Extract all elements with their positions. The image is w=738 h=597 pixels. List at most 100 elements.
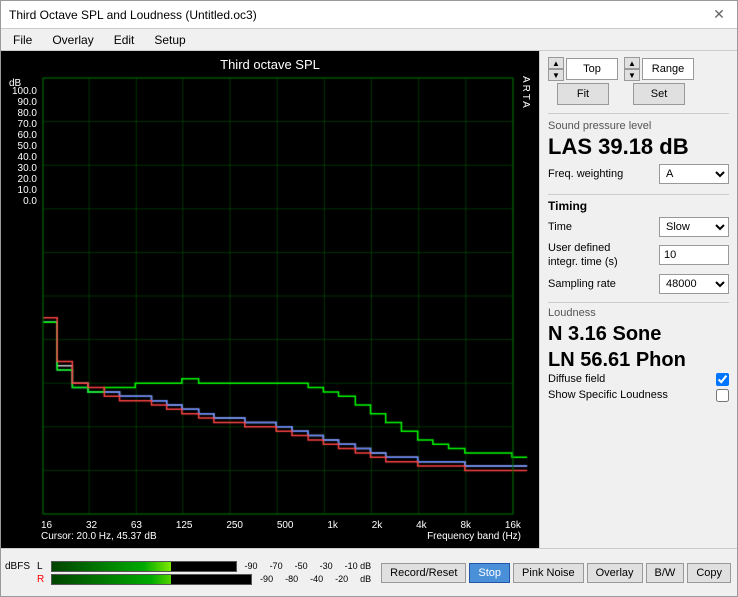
x-tick-125: 125: [176, 520, 193, 531]
x-tick-32: 32: [86, 520, 97, 531]
menu-setup[interactable]: Setup: [150, 32, 189, 48]
top-down-arrow[interactable]: ▼: [548, 69, 564, 81]
menu-file[interactable]: File: [9, 32, 36, 48]
dbfs-section: dBFS L -90 -70 -50 -30 -10 dB dBFS R: [1, 559, 375, 587]
top-control: ▲ ▼ Top: [548, 57, 618, 81]
range-up-arrow[interactable]: ▲: [624, 57, 640, 69]
show-specific-label: Show Specific Loudness: [548, 389, 668, 401]
loudness-section-label: Loudness: [548, 307, 729, 319]
x-tick-2k: 2k: [372, 520, 383, 531]
timing-label: Timing: [548, 199, 729, 213]
pink-noise-button[interactable]: Pink Noise: [513, 563, 584, 583]
freq-weighting-row: Freq. weighting A B C Z: [548, 164, 729, 184]
range-display: Range: [642, 58, 694, 80]
top-up-arrow[interactable]: ▲: [548, 57, 564, 69]
x-tick-16k: 16k: [505, 520, 521, 531]
show-specific-row: Show Specific Loudness: [548, 389, 729, 402]
y-tick-60: 60.0: [7, 130, 37, 141]
diffuse-field-row: Diffuse field: [548, 373, 729, 386]
menu-edit[interactable]: Edit: [110, 32, 139, 48]
title-bar: Third Octave SPL and Loudness (Untitled.…: [1, 1, 737, 29]
menu-bar: File Overlay Edit Setup: [1, 29, 737, 51]
sampling-rate-row: Sampling rate 48000 44100 96000: [548, 274, 729, 294]
x-tick-250: 250: [226, 520, 243, 531]
time-label: Time: [548, 221, 572, 233]
range-control: ▲ ▼ Range: [624, 57, 694, 81]
meter-r-ticks: -90 -80 -40 -20 dB: [256, 574, 371, 584]
chart-wrapper: dB 100.0 90.0 80.0 70.0 60.0 50.0 40.0 3…: [7, 74, 533, 542]
user-defined-label: User defined integr. time (s): [548, 241, 638, 270]
spl-section: Sound pressure level LAS 39.18 dB Freq. …: [548, 113, 729, 190]
stop-button[interactable]: Stop: [469, 563, 510, 583]
loudness-n-value: N 3.16 Sone LN 56.61 Phon: [548, 321, 729, 373]
range-down-arrow[interactable]: ▼: [624, 69, 640, 81]
timing-section: Timing Time Slow Fast Impulse User defin…: [548, 194, 729, 298]
user-defined-row: User defined integr. time (s): [548, 241, 729, 270]
dbfs-label: dBFS: [5, 561, 33, 572]
y-axis: 100.0 90.0 80.0 70.0 60.0 50.0 40.0 30.0…: [7, 86, 41, 211]
top-display: Top: [566, 58, 618, 80]
window-title: Third Octave SPL and Loudness (Untitled.…: [9, 8, 257, 22]
bottom-bar: dBFS L -90 -70 -50 -30 -10 dB dBFS R: [1, 548, 737, 596]
top-range-controls: ▲ ▼ Top Fit ▲ ▼ Range Se: [548, 57, 729, 105]
spl-value: LAS 39.18 dB: [548, 134, 729, 160]
time-select[interactable]: Slow Fast Impulse: [659, 217, 729, 237]
x-tick-1k: 1k: [327, 520, 338, 531]
spl-section-label: Sound pressure level: [548, 120, 729, 132]
copy-button[interactable]: Copy: [687, 563, 731, 583]
x-tick-500: 500: [277, 520, 294, 531]
x-axis-labels: 16 32 63 125 250 500 1k 2k 4k 8k 16k: [41, 520, 533, 531]
range-arrow-group: ▲ ▼: [624, 57, 640, 81]
chart-area: Third octave SPL dB 100.0 90.0 80.0 70.0…: [1, 51, 539, 548]
meter-l-row: dBFS L -90 -70 -50 -30 -10 dB: [5, 561, 371, 572]
spl-canvas: [41, 74, 533, 518]
loudness-section: Loudness N 3.16 Sone LN 56.61 Phon Diffu…: [548, 302, 729, 405]
channel-r-label: R: [37, 574, 47, 585]
cursor-info: Cursor: 20.0 Hz, 45.37 dB: [41, 531, 157, 542]
fit-button[interactable]: Fit: [557, 83, 609, 105]
freq-weighting-label: Freq. weighting: [548, 168, 623, 180]
main-area: Third octave SPL dB 100.0 90.0 80.0 70.0…: [1, 51, 737, 548]
y-axis-label: dB: [9, 78, 21, 89]
bottom-buttons: Record/Reset Stop Pink Noise Overlay B/W…: [375, 559, 737, 587]
overlay-button[interactable]: Overlay: [587, 563, 643, 583]
meter-r-track: [51, 574, 252, 585]
chart-title: Third octave SPL: [7, 57, 533, 72]
top-arrow-group: ▲ ▼: [548, 57, 564, 81]
time-row: Time Slow Fast Impulse: [548, 217, 729, 237]
meter-l-track: [51, 561, 237, 572]
menu-overlay[interactable]: Overlay: [48, 32, 97, 48]
x-axis-title: Frequency band (Hz): [427, 531, 521, 542]
user-defined-input[interactable]: [659, 245, 729, 265]
y-tick-90: 90.0: [7, 97, 37, 108]
right-panel: ▲ ▼ Top Fit ▲ ▼ Range Se: [539, 51, 737, 548]
y-tick-80: 80.0: [7, 108, 37, 119]
channel-l-label: L: [37, 561, 47, 572]
y-tick-0: 0.0: [7, 196, 37, 207]
meter-l-ticks: -90 -70 -50 -30 -10 dB: [241, 561, 372, 571]
range-control-group: ▲ ▼ Range Set: [624, 57, 694, 105]
x-tick-63: 63: [131, 520, 142, 531]
x-tick-8k: 8k: [460, 520, 471, 531]
sampling-rate-select[interactable]: 48000 44100 96000: [659, 274, 729, 294]
sampling-rate-label: Sampling rate: [548, 278, 616, 290]
x-tick-4k: 4k: [416, 520, 427, 531]
freq-weighting-select[interactable]: A B C Z: [659, 164, 729, 184]
record-reset-button[interactable]: Record/Reset: [381, 563, 466, 583]
main-window: Third Octave SPL and Loudness (Untitled.…: [0, 0, 738, 597]
y-tick-30: 30.0: [7, 163, 37, 174]
close-button[interactable]: ✕: [709, 5, 729, 25]
y-tick-20: 20.0: [7, 174, 37, 185]
y-tick-70: 70.0: [7, 119, 37, 130]
diffuse-field-checkbox[interactable]: [716, 373, 729, 386]
diffuse-field-label: Diffuse field: [548, 373, 605, 385]
x-tick-16: 16: [41, 520, 52, 531]
show-specific-checkbox[interactable]: [716, 389, 729, 402]
bw-button[interactable]: B/W: [646, 563, 685, 583]
y-tick-10: 10.0: [7, 185, 37, 196]
set-button[interactable]: Set: [633, 83, 685, 105]
arta-label: ARTA: [519, 76, 531, 110]
meter-r-row: dBFS R -90 -80 -40 -20 dB: [5, 574, 371, 585]
y-tick-50: 50.0: [7, 141, 37, 152]
y-tick-40: 40.0: [7, 152, 37, 163]
